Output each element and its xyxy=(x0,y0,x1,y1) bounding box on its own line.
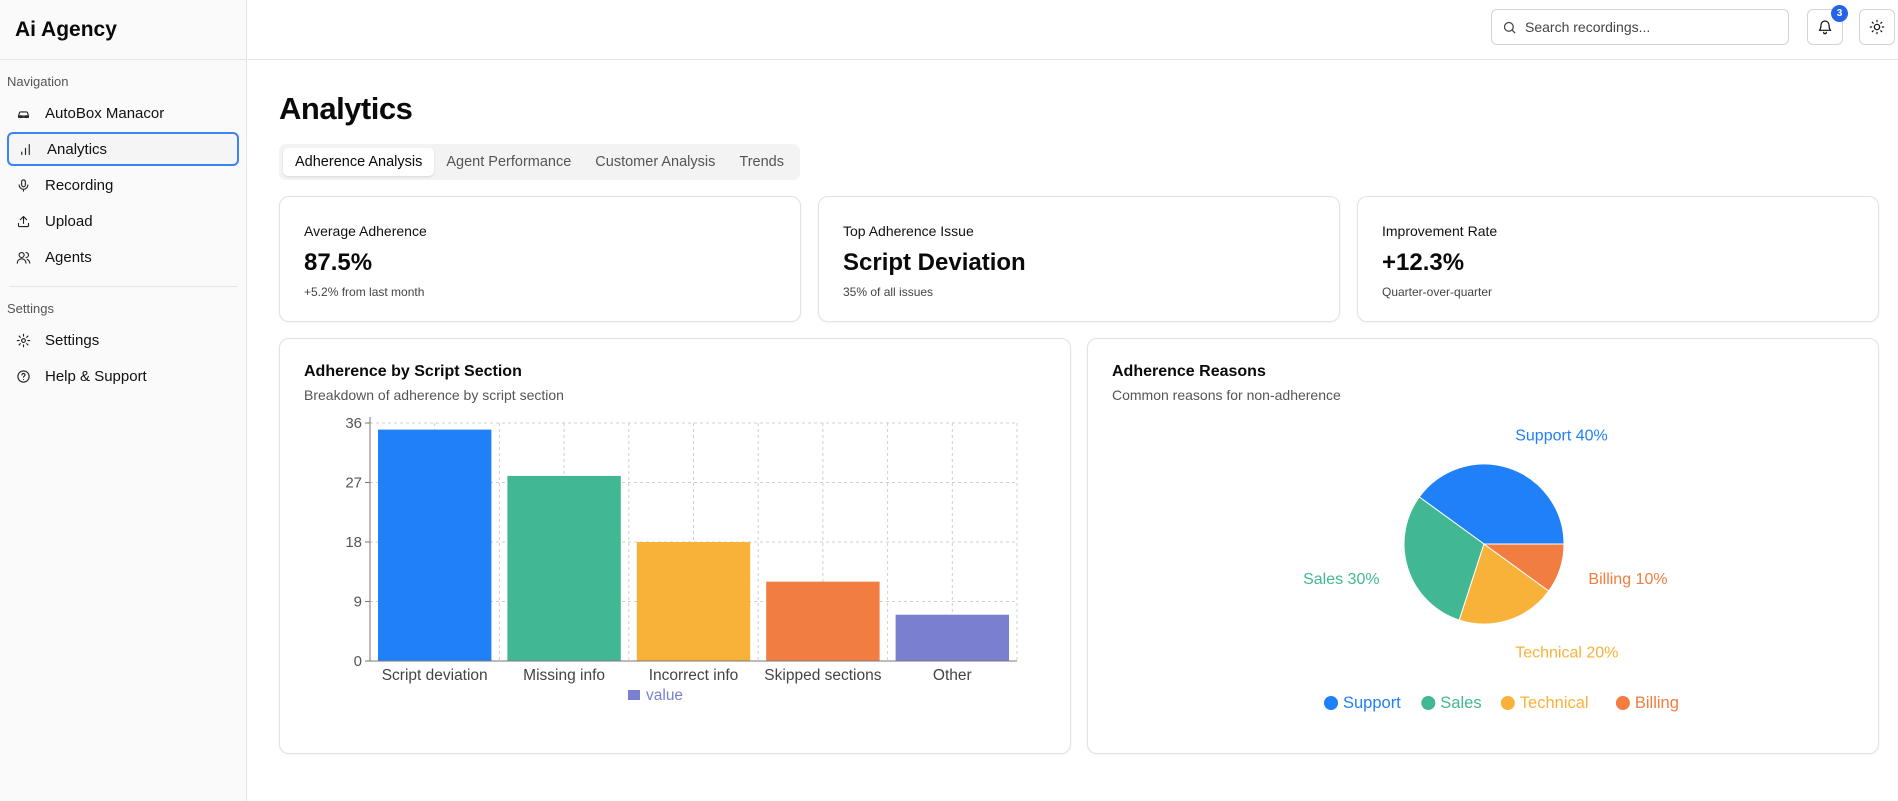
search-input[interactable] xyxy=(1525,19,1765,35)
y-tick-label: 18 xyxy=(345,534,362,551)
sidebar-item-settings[interactable]: Settings xyxy=(7,323,239,357)
y-tick-label: 36 xyxy=(345,415,362,432)
sidebar: Ai Agency Navigation AutoBox Manacor Ana… xyxy=(0,0,247,801)
legend-swatch xyxy=(1615,696,1630,710)
page-title: Analytics xyxy=(279,91,413,126)
car-icon xyxy=(15,105,31,121)
y-tick-label: 9 xyxy=(354,594,362,611)
chart-subtitle: Breakdown of adherence by script section xyxy=(304,387,564,403)
pie-chart: Support 40% Sales 30% Technical 20% Billing… xyxy=(1303,428,1679,712)
tab-customer-analysis[interactable]: Customer Analysis xyxy=(583,148,727,176)
x-tick-label: Incorrect info xyxy=(649,667,739,684)
tab-adherence-analysis[interactable]: Adherence Analysis xyxy=(283,148,435,176)
theme-toggle-button[interactable] xyxy=(1859,9,1895,45)
sidebar-item-upload[interactable]: Upload xyxy=(7,204,239,238)
legend-label: Technical xyxy=(1520,694,1589,712)
stat-value: Script Deviation xyxy=(843,249,1026,276)
sidebar-item-help-support[interactable]: Help & Support xyxy=(7,359,239,393)
sidebar-item-label: Analytics xyxy=(47,140,108,158)
x-tick-label: Missing info xyxy=(523,667,605,684)
pie-slice-label: Billing 10% xyxy=(1588,571,1667,588)
sidebar-item-label: Help & Support xyxy=(45,367,147,385)
pie-slice-label: Sales 30% xyxy=(1303,571,1380,588)
legend-label: value xyxy=(646,687,683,704)
x-tick-label: Skipped sections xyxy=(764,667,881,684)
search-box[interactable] xyxy=(1491,9,1789,45)
nav-section-label: Navigation xyxy=(7,74,69,89)
brand-title: Ai Agency xyxy=(0,0,246,60)
search-icon xyxy=(1503,21,1516,34)
sidebar-item-analytics[interactable]: Analytics xyxy=(7,132,239,166)
bar-chart: 0 9 18 27 36 Script deviation Missing info Inco… xyxy=(345,415,1018,704)
tab-agent-performance[interactable]: Agent Performance xyxy=(434,148,583,176)
sidebar-item-label: AutoBox Manacor xyxy=(45,104,165,122)
chart-subtitle: Common reasons for non-adherence xyxy=(1112,387,1341,403)
stat-label: Improvement Rate xyxy=(1382,223,1498,239)
stat-card-top-adherence-issue: Top Adherence Issue Script Deviation 35%… xyxy=(818,196,1340,322)
pie-slice-label: Support 40% xyxy=(1515,428,1608,445)
bar-chart-card: Adherence by Script Section Breakdown of… xyxy=(279,338,1071,754)
stat-value: +12.3% xyxy=(1382,249,1465,276)
main-content: Analytics Adherence Analysis Agent Perfo… xyxy=(248,61,1898,801)
stat-card-improvement-rate: Improvement Rate +12.3% Quarter-over-qua… xyxy=(1357,196,1879,322)
sidebar-item-autobox-manacor[interactable]: AutoBox Manacor xyxy=(7,96,239,130)
bar[interactable] xyxy=(507,475,621,661)
legend-swatch xyxy=(1421,696,1436,710)
chart-title: Adherence Reasons xyxy=(1112,363,1266,380)
settings-section-label: Settings xyxy=(7,301,54,316)
upload-icon xyxy=(15,213,31,229)
legend-swatch xyxy=(1324,696,1338,710)
users-icon xyxy=(15,249,31,265)
topbar: 3 xyxy=(248,0,1898,60)
bar[interactable] xyxy=(895,614,1009,661)
notification-badge: 3 xyxy=(1831,5,1848,22)
sidebar-item-label: Recording xyxy=(45,176,114,194)
x-tick-label: Script deviation xyxy=(382,667,488,684)
gear-icon xyxy=(15,332,31,348)
pie-slice-label: Technical 20% xyxy=(1515,644,1618,661)
sidebar-item-agents[interactable]: Agents xyxy=(7,240,239,274)
tabs-list: Adherence Analysis Agent Performance Cus… xyxy=(279,144,800,180)
notifications-button[interactable]: 3 xyxy=(1807,5,1848,45)
bar[interactable] xyxy=(378,429,492,661)
stat-subtext: Quarter-over-quarter xyxy=(1382,285,1493,299)
y-tick-label: 0 xyxy=(354,653,362,670)
sidebar-divider xyxy=(9,286,237,287)
sidebar-item-recording[interactable]: Recording xyxy=(7,168,239,202)
stat-label: Top Adherence Issue xyxy=(843,223,974,239)
bar-chart-icon xyxy=(17,141,33,157)
bar[interactable] xyxy=(636,542,751,661)
stat-card-average-adherence: Average Adherence 87.5% +5.2% from last … xyxy=(279,196,801,322)
legend-label: Billing xyxy=(1635,694,1679,712)
tab-trends[interactable]: Trends xyxy=(727,148,796,176)
x-tick-label: Other xyxy=(933,667,972,684)
help-circle-icon xyxy=(15,368,31,384)
legend-label: Sales xyxy=(1440,694,1481,712)
stat-subtext: 35% of all issues xyxy=(843,285,934,299)
sidebar-item-label: Agents xyxy=(45,248,92,266)
sun-icon xyxy=(1869,19,1885,35)
sidebar-item-label: Settings xyxy=(45,331,100,349)
chart-title: Adherence by Script Section xyxy=(304,363,522,380)
y-tick-label: 27 xyxy=(345,475,362,492)
bell-icon xyxy=(1818,20,1832,35)
legend-label: Support xyxy=(1343,694,1401,712)
stat-subtext: +5.2% from last month xyxy=(304,285,425,299)
pie-chart-card: Adherence Reasons Common reasons for non… xyxy=(1087,338,1879,754)
sidebar-item-label: Upload xyxy=(45,212,93,230)
legend-swatch xyxy=(628,690,640,700)
microphone-icon xyxy=(15,177,31,193)
stat-value: 87.5% xyxy=(304,249,373,276)
bar[interactable] xyxy=(766,581,880,661)
stat-label: Average Adherence xyxy=(304,223,427,239)
legend-swatch xyxy=(1500,696,1515,710)
